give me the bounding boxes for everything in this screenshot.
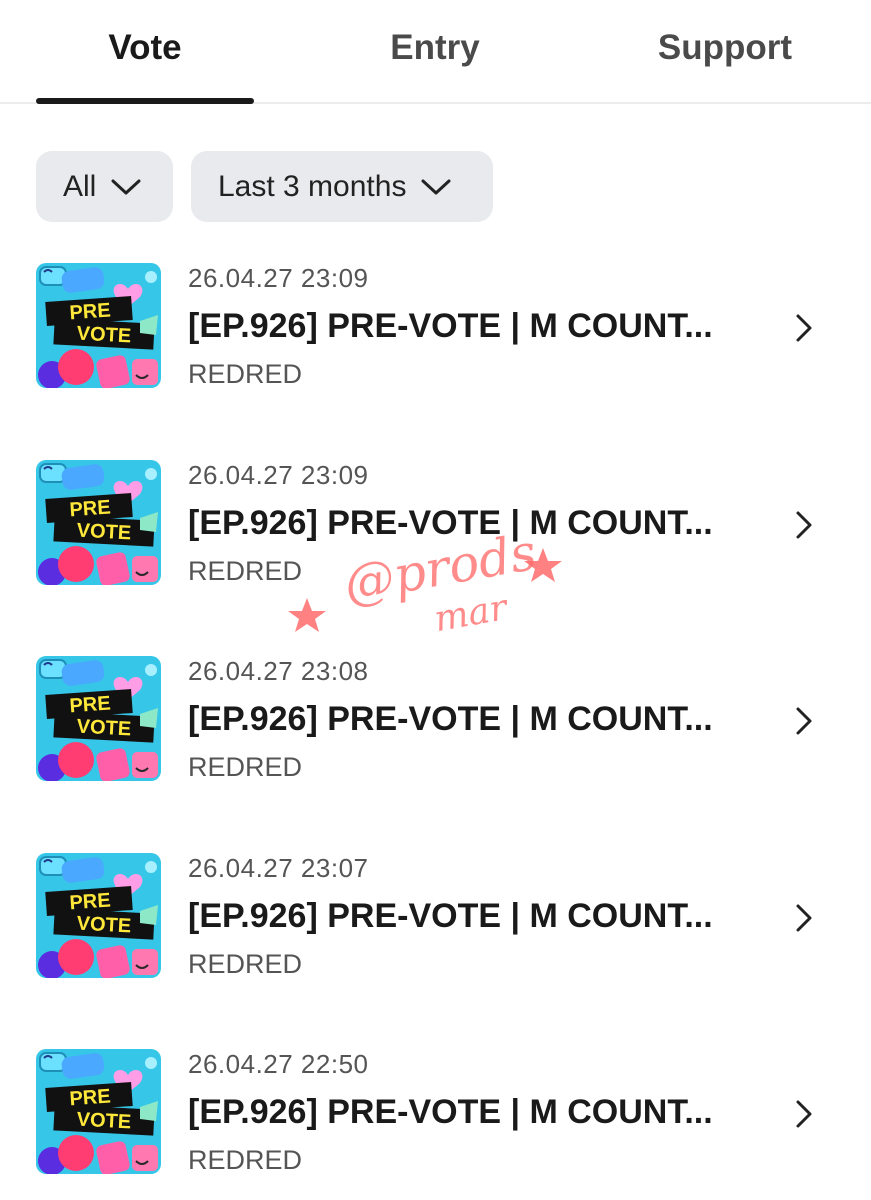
chevron-right-icon <box>796 904 812 932</box>
tab-support[interactable]: Support <box>616 28 834 68</box>
chevron-right-icon <box>796 314 812 342</box>
vote-list-item-4[interactable]: PRE VOTE 26.04.27 23:07 [EP.926] PRE-VOT… <box>0 853 871 993</box>
vote-list-item-2[interactable]: PRE VOTE 26.04.27 23:09 [EP.926] PRE-VOT… <box>0 460 871 600</box>
svg-text:PRE: PRE <box>69 1086 112 1111</box>
vote-title: [EP.926] PRE-VOTE | M COUNT... <box>188 307 713 345</box>
vote-date: 26.04.27 23:09 <box>188 263 369 293</box>
svg-text:VOTE: VOTE <box>76 716 132 741</box>
vote-title: [EP.926] PRE-VOTE | M COUNT... <box>188 1093 713 1131</box>
chevron-down-icon <box>111 179 141 194</box>
tab-bar: Vote Entry Support <box>0 0 871 104</box>
vote-artist: REDRED <box>188 556 303 586</box>
vote-date: 26.04.27 23:09 <box>188 460 369 490</box>
period-filter-label: Last 3 months <box>218 169 407 203</box>
svg-text:VOTE: VOTE <box>76 1109 132 1134</box>
active-tab-indicator <box>36 98 254 104</box>
vote-artist: REDRED <box>188 1145 303 1175</box>
vote-artist: REDRED <box>188 359 303 389</box>
tab-vote[interactable]: Vote <box>36 28 254 68</box>
svg-text:PRE: PRE <box>69 497 112 522</box>
pre-vote-thumbnail: PRE VOTE <box>36 263 161 388</box>
vote-list-item-1[interactable]: PRE VOTE 26.04.27 23:09 [EP.926] PRE-VOT… <box>0 263 871 403</box>
vote-title: [EP.926] PRE-VOTE | M COUNT... <box>188 504 713 542</box>
vote-list-item-5[interactable]: PRE VOTE 26.04.27 22:50 [EP.926] PRE-VOT… <box>0 1049 871 1189</box>
pre-vote-thumbnail: PRE VOTE <box>36 853 161 978</box>
chevron-right-icon <box>796 1100 812 1128</box>
vote-title: [EP.926] PRE-VOTE | M COUNT... <box>188 897 713 935</box>
category-filter-dropdown[interactable]: All <box>36 151 173 222</box>
svg-text:VOTE: VOTE <box>76 323 132 348</box>
vote-artist: REDRED <box>188 752 303 782</box>
vote-date: 26.04.27 23:07 <box>188 853 369 883</box>
chevron-down-icon <box>421 179 451 194</box>
svg-text:PRE: PRE <box>69 693 112 718</box>
svg-text:VOTE: VOTE <box>76 520 132 545</box>
pre-vote-thumbnail: PRE VOTE <box>36 1049 161 1174</box>
vote-date: 26.04.27 22:50 <box>188 1049 369 1079</box>
vote-title: [EP.926] PRE-VOTE | M COUNT... <box>188 700 713 738</box>
tab-entry[interactable]: Entry <box>326 28 544 68</box>
category-filter-label: All <box>63 169 97 203</box>
pre-vote-thumbnail: PRE VOTE <box>36 656 161 781</box>
vote-date: 26.04.27 23:08 <box>188 656 369 686</box>
vote-list-item-3[interactable]: PRE VOTE 26.04.27 23:08 [EP.926] PRE-VOT… <box>0 656 871 796</box>
vote-artist: REDRED <box>188 949 303 979</box>
svg-text:PRE: PRE <box>69 300 112 325</box>
period-filter-dropdown[interactable]: Last 3 months <box>191 151 493 222</box>
svg-text:PRE: PRE <box>69 890 112 915</box>
svg-text:VOTE: VOTE <box>76 913 132 938</box>
pre-vote-thumbnail: PRE VOTE <box>36 460 161 585</box>
chevron-right-icon <box>796 707 812 735</box>
chevron-right-icon <box>796 511 812 539</box>
